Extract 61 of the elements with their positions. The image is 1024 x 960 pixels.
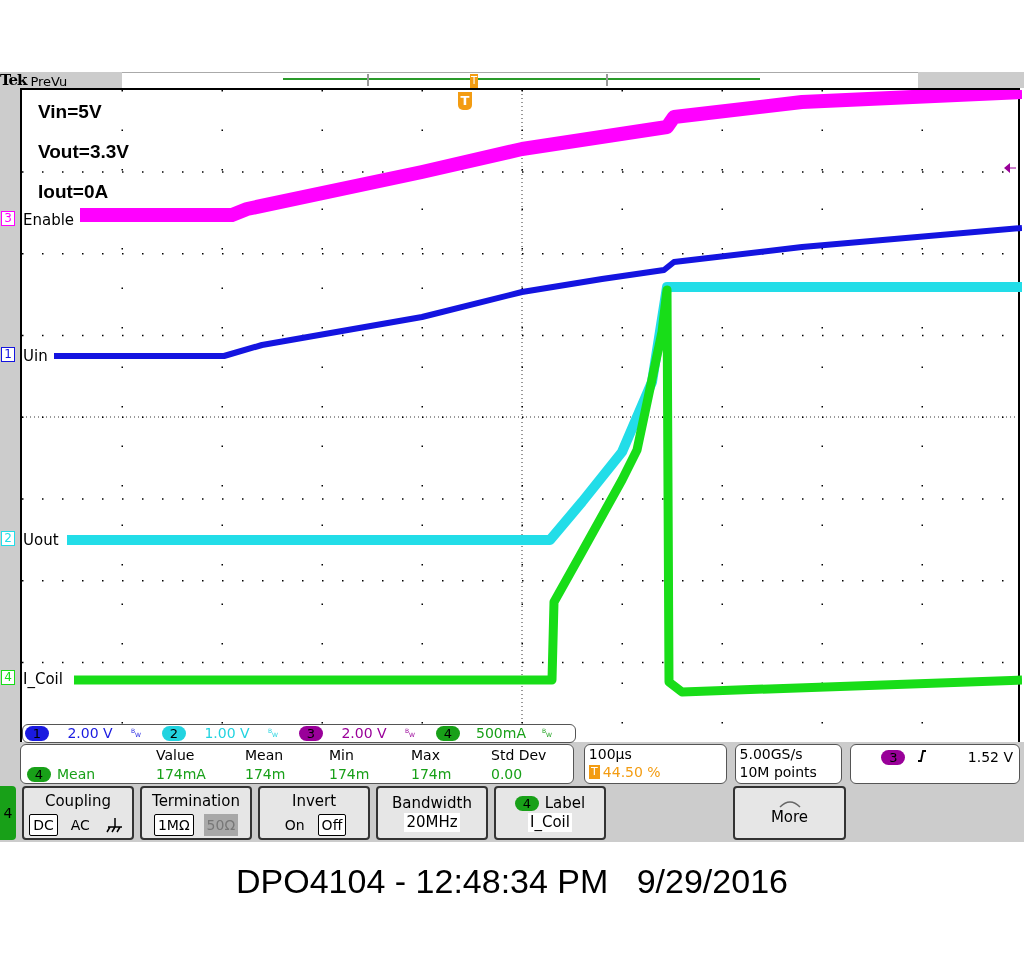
- ground-icon: [105, 817, 124, 834]
- menu-option[interactable]: AC: [67, 814, 93, 837]
- menu-option[interactable]: DC: [29, 814, 58, 837]
- menu-button[interactable]: Invert On Off: [258, 786, 370, 840]
- channel-badge: 4: [436, 726, 460, 741]
- measurement-value: 0.00: [491, 765, 523, 783]
- note-text: Vin=5V: [38, 102, 103, 122]
- menu-title: Termination: [152, 790, 240, 812]
- channel-badge: 1: [25, 726, 49, 741]
- channel-badge: 2: [162, 726, 186, 741]
- trigger-position-marker: T: [470, 74, 478, 88]
- column-heading: Value: [156, 746, 195, 764]
- channel-marker: 3: [1, 211, 15, 226]
- measurement-value: 174mA: [156, 765, 206, 783]
- column-heading: Max: [411, 746, 440, 764]
- sample-rate: 5.00GS/s: [739, 745, 804, 763]
- trigger-position: 44.50 %: [602, 763, 661, 781]
- caption-text: DPO4104 - 12:48:34 PM 9/29/2016: [236, 861, 788, 902]
- trigger-level: 1.52 V: [967, 748, 1013, 767]
- menu-title: Invert: [291, 790, 337, 812]
- trace-label: Uin: [23, 347, 48, 365]
- trigger-marker: T: [458, 92, 472, 110]
- rising-edge-icon: [917, 750, 928, 762]
- measurement-name: Mean: [57, 765, 96, 783]
- caret-up-icon: [778, 799, 801, 809]
- scale-reading: 500mA: [475, 724, 527, 743]
- menu-button[interactable]: Coupling DC AC: [22, 786, 134, 840]
- scale-reading: 1.00 V: [203, 724, 251, 743]
- bandwidth-button[interactable]: Bandwidth 20MHz: [376, 786, 488, 840]
- timebase-scale: 100µs: [588, 745, 633, 763]
- channel-marker: 4: [1, 670, 15, 685]
- scale-reading: 2.00 V: [66, 724, 114, 743]
- trace-label: I_Coil: [23, 670, 63, 688]
- note-text: Vout=3.3V: [38, 142, 129, 162]
- column-heading: Mean: [245, 746, 284, 764]
- menu-title: Coupling: [44, 790, 111, 812]
- more-button[interactable]: More: [733, 786, 846, 840]
- channel-badge: 3: [881, 750, 906, 765]
- note-text: Iout=0A: [38, 182, 110, 202]
- trigger-marker: T: [588, 765, 600, 779]
- menu-option[interactable]: On: [281, 814, 308, 837]
- mode-label: PreVu: [30, 75, 68, 88]
- menu-option[interactable]: 1MΩ: [153, 814, 194, 837]
- channel-badge: 4: [27, 766, 51, 782]
- label-button[interactable]: 4 Label I_Coil: [494, 786, 606, 840]
- trace-label: Uout: [23, 531, 59, 549]
- channel-menu-tab[interactable]: 4: [0, 786, 16, 840]
- column-heading: Min: [329, 746, 354, 764]
- menu-option[interactable]: Off: [317, 814, 347, 837]
- brand-logo: Tek: [0, 73, 27, 88]
- channel-badge: 3: [299, 726, 323, 741]
- channel-marker: 2: [1, 531, 15, 546]
- scale-reading: 2.00 V: [340, 724, 388, 743]
- column-heading: Std Dev: [491, 746, 547, 764]
- record-length: 10M points: [739, 763, 818, 781]
- trigger-level-icon: [1004, 163, 1016, 173]
- measurement-value: 174m: [329, 765, 370, 783]
- measurement-value: 174m: [411, 765, 452, 783]
- measurement-value: 174m: [245, 765, 286, 783]
- trace-label: Enable: [23, 211, 75, 229]
- channel-marker: 1: [1, 347, 15, 362]
